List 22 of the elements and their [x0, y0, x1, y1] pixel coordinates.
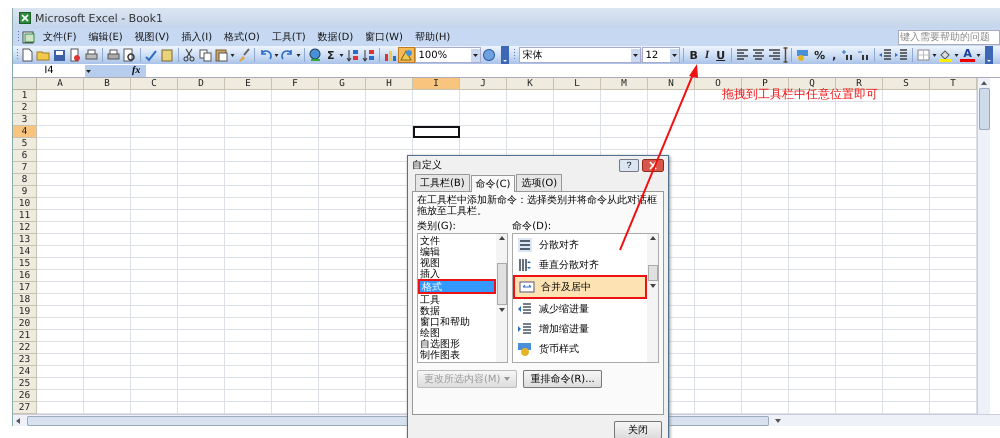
dialog-title: 自定义	[412, 158, 442, 172]
list-item-text: 合并及居中	[541, 280, 592, 294]
window-title: Microsoft Excel - Book1	[35, 12, 164, 24]
list-label: 类别(G):	[417, 220, 457, 233]
list-item-text: 自选图形	[420, 337, 460, 350]
list-label: 命令(D):	[512, 220, 552, 233]
list-item-text: 分散对齐	[539, 238, 580, 252]
list-item-text: 垂直分散对齐	[539, 258, 600, 272]
list-item-text: 编辑	[420, 245, 440, 258]
list-item-text: 制作图表	[420, 348, 460, 362]
list-item-text: 插入	[420, 267, 440, 280]
list-item-text: 文件	[420, 234, 440, 246]
list-item-text: 工具	[420, 294, 440, 306]
list-item-text: 货币样式	[539, 342, 580, 356]
list-item-text: 视图	[420, 256, 440, 268]
list-item-text: 格式	[422, 280, 442, 294]
list-item-text: 数据	[420, 304, 440, 316]
list-item-text: 绘图	[420, 326, 440, 338]
list-item-text: 窗口和帮助	[420, 316, 470, 328]
annotation-text: 拖拽到工具栏中任意位置即可	[722, 87, 878, 103]
list-item-text: 减少缩进量	[539, 302, 590, 316]
list-item-text: 增加缩进量	[539, 322, 590, 336]
